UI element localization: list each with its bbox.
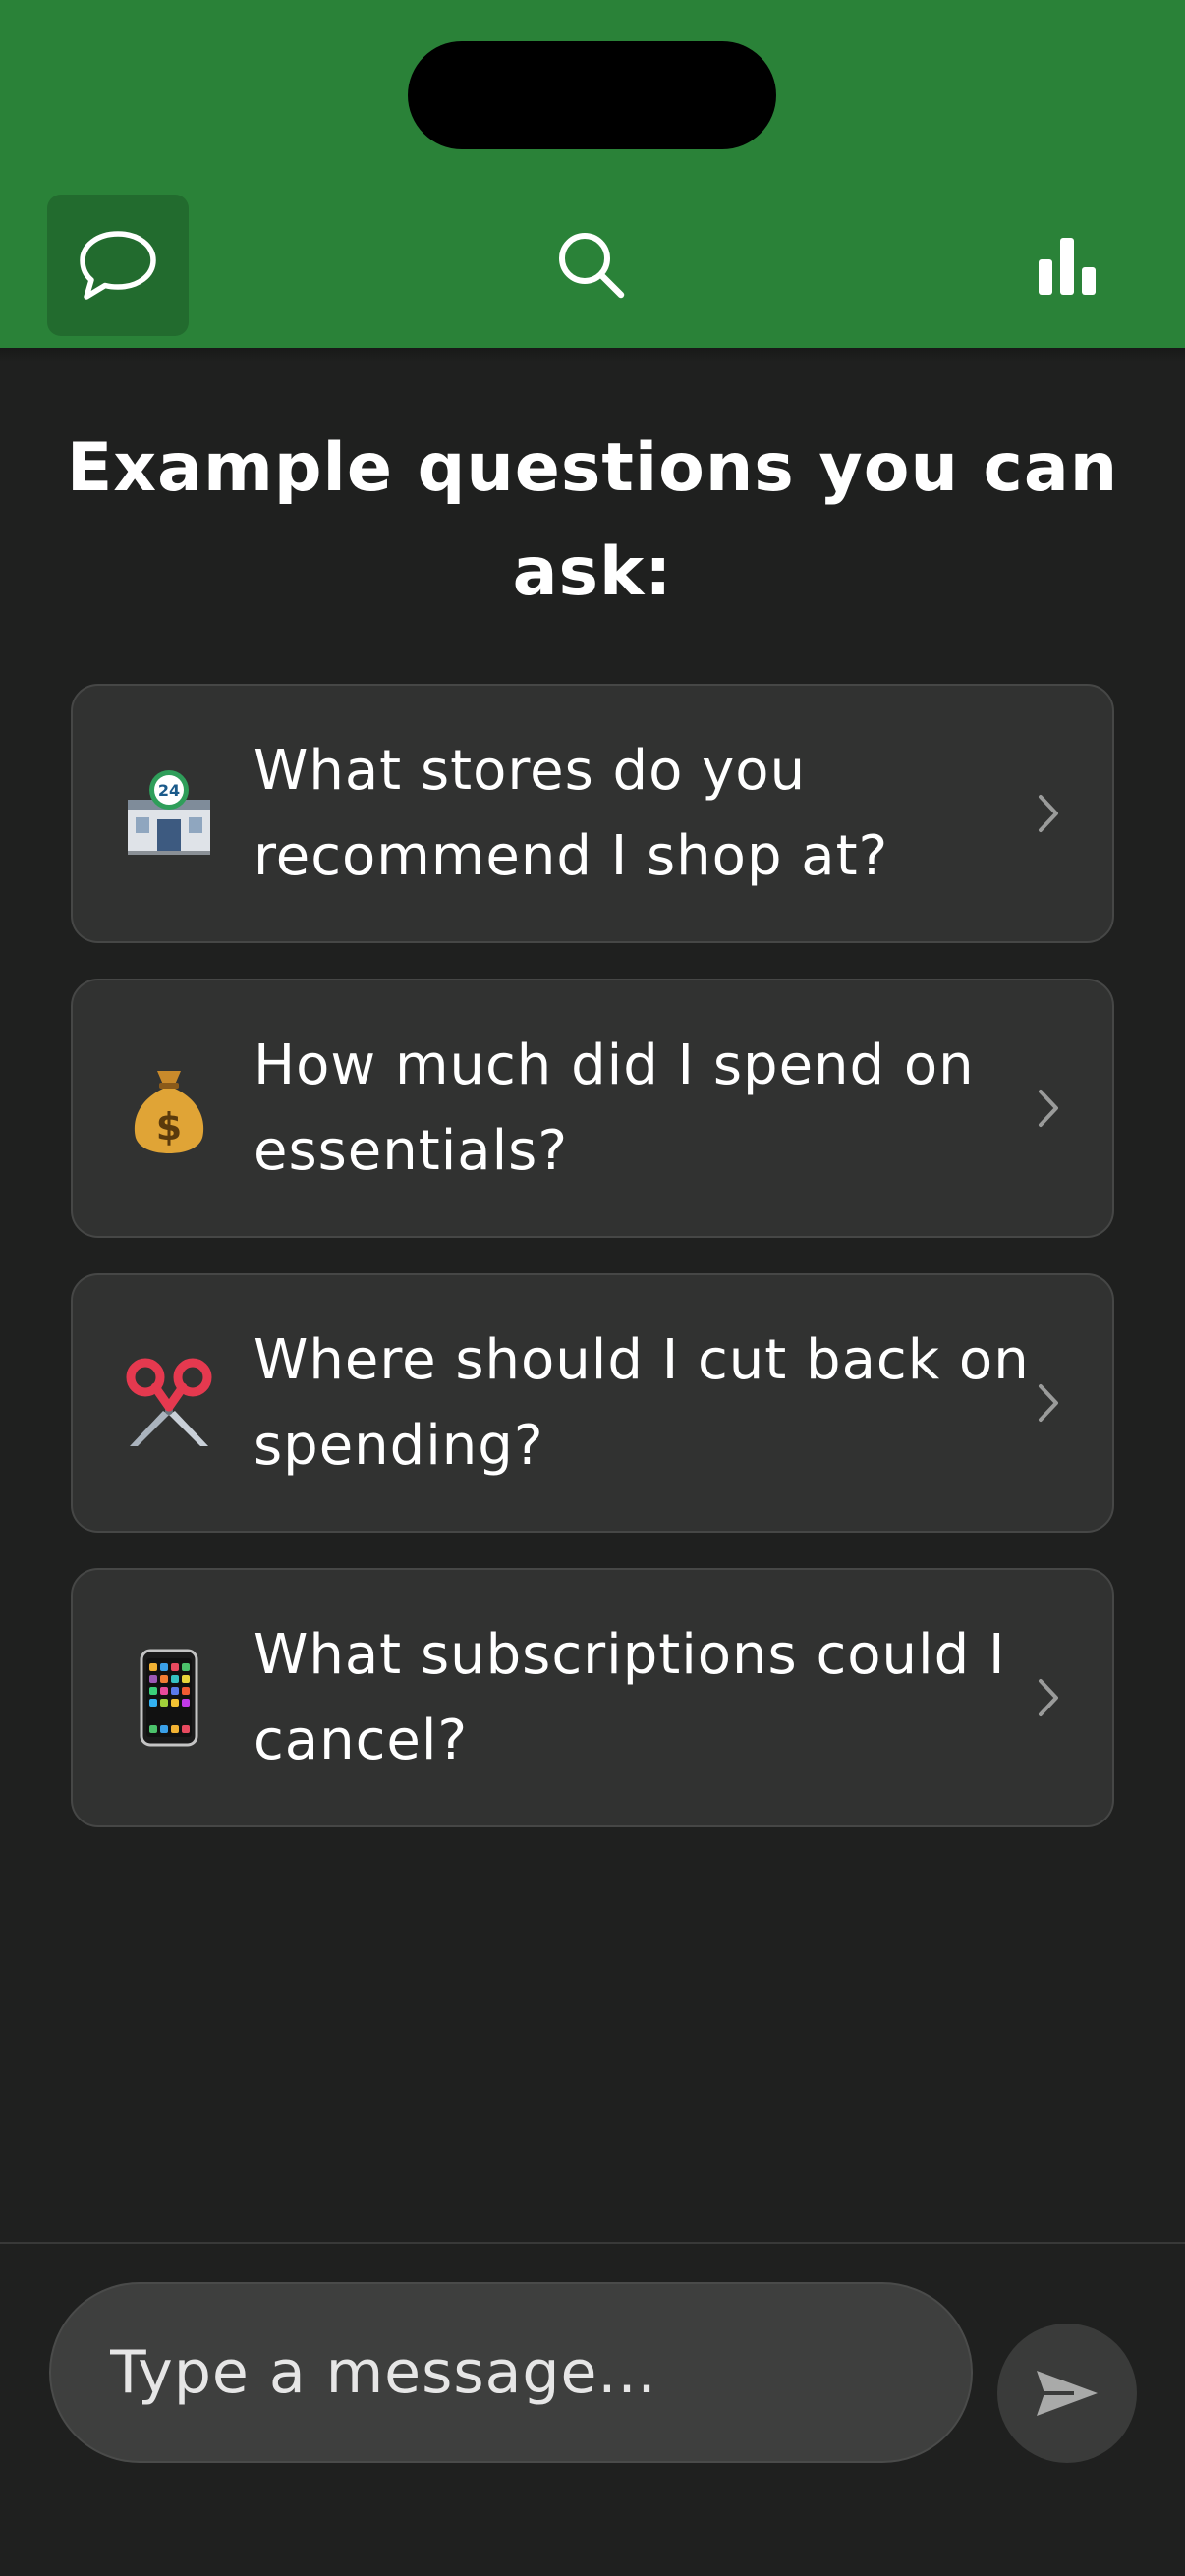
mobile-phone-icon <box>120 1570 218 1825</box>
money-bag-icon: $ <box>120 980 218 1236</box>
convenience-store-icon: 24 <box>120 686 218 941</box>
question-card-stores[interactable]: 24 What stores do you recommend I shop a… <box>71 684 1114 943</box>
question-text: What stores do you recommend I shop at? <box>254 739 889 888</box>
question-card-cut-back[interactable]: Where should I cut back on spending? <box>71 1273 1114 1533</box>
nav-chat-button[interactable] <box>47 195 189 336</box>
svg-text:$: $ <box>156 1105 182 1148</box>
send-icon <box>1037 2371 1098 2416</box>
message-input[interactable] <box>49 2282 973 2463</box>
page-title: Example questions you can ask: <box>66 429 1119 611</box>
send-button[interactable] <box>997 2324 1137 2463</box>
composer-divider <box>0 2242 1185 2244</box>
chevron-right-icon <box>1039 1090 1058 1127</box>
search-icon <box>559 233 625 299</box>
scissors-icon <box>120 1275 218 1531</box>
bar-chart-icon <box>1039 238 1096 295</box>
chat-bubble-icon <box>80 231 156 300</box>
question-text: How much did I spend on essentials? <box>254 1034 975 1183</box>
question-text: Where should I cut back on spending? <box>254 1328 1030 1478</box>
nav-stats-button[interactable] <box>996 195 1138 336</box>
header-shadow <box>0 348 1185 362</box>
chevron-right-icon <box>1039 1384 1058 1422</box>
question-text: What subscriptions could I cancel? <box>254 1623 1006 1772</box>
chevron-right-icon <box>1039 795 1058 832</box>
nav-search-button[interactable] <box>521 195 662 336</box>
dynamic-island <box>408 41 776 149</box>
top-nav-bar <box>0 0 1185 348</box>
question-card-essentials[interactable]: $ How much did I spend on essentials? <box>71 979 1114 1238</box>
chevron-right-icon <box>1039 1679 1058 1716</box>
question-card-subscriptions[interactable]: What subscriptions could I cancel? <box>71 1568 1114 1827</box>
svg-text:24: 24 <box>158 781 180 800</box>
